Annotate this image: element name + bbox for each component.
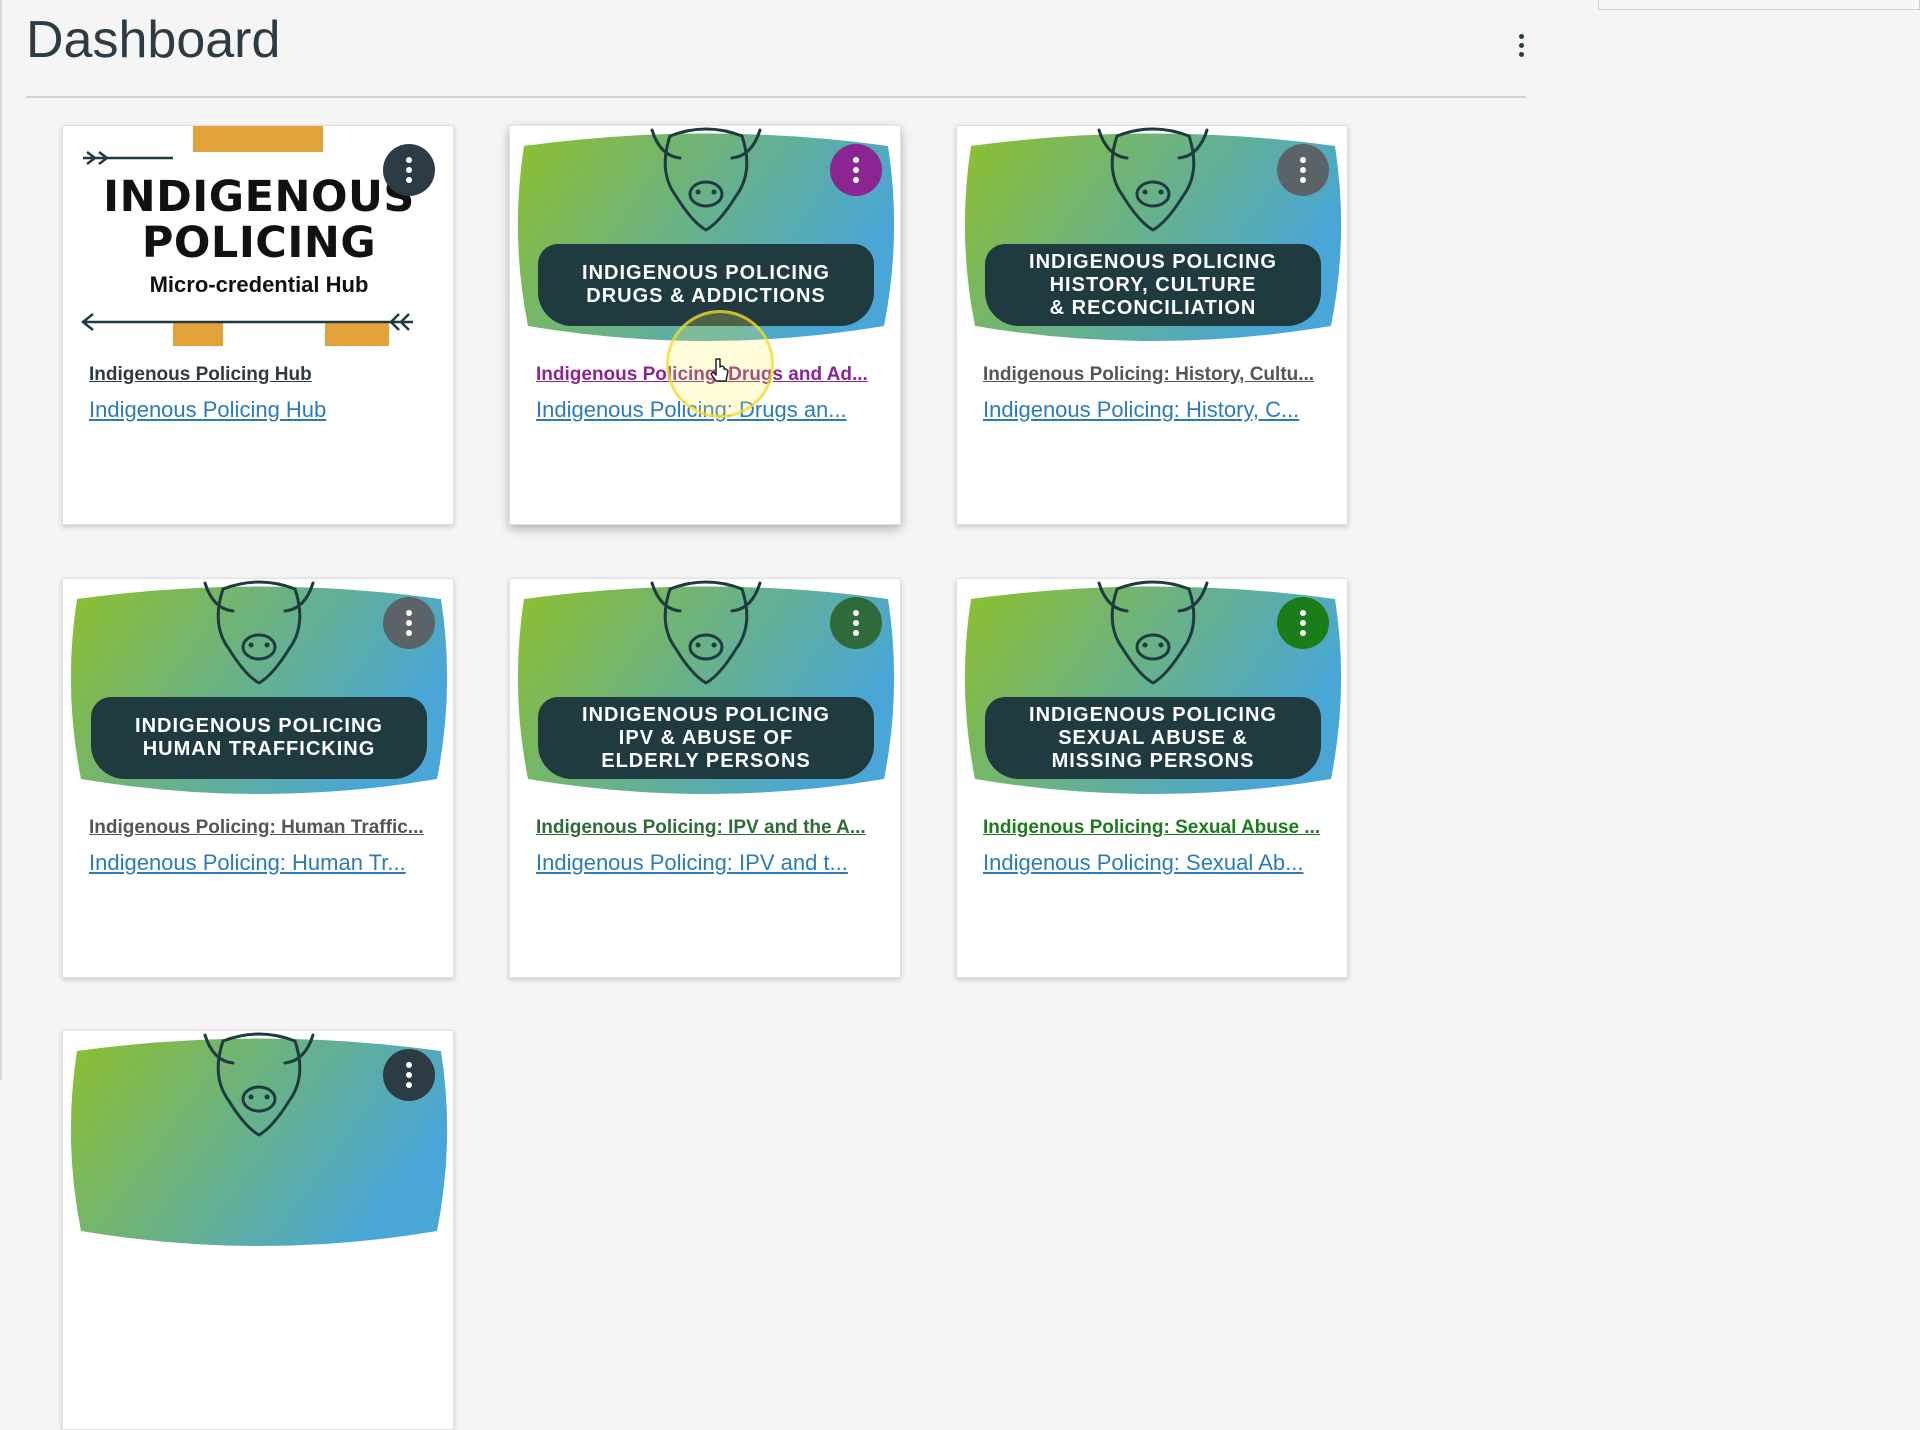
card-options-icon[interactable]	[830, 144, 882, 196]
course-card[interactable]: INDIGENOUS POLICING SEXUAL ABUSE & MISSING…	[956, 578, 1348, 978]
card-body: Indigenous Policing Hub Indigenous Polici…	[89, 362, 431, 424]
dashboard-options-icon[interactable]	[1506, 26, 1536, 64]
course-card-image[interactable]: INDIGENOUS POLICING SEXUAL ABUSE & MISSING…	[957, 579, 1347, 799]
left-edge-border	[0, 0, 2, 1080]
course-code-link[interactable]: Indigenous Policing Hub	[89, 396, 431, 424]
card-body: Indigenous Policing: Human Traffic... Ind…	[89, 815, 431, 877]
course-title-link[interactable]: Indigenous Policing: Human Traffic...	[89, 815, 431, 841]
banner-line: ELDERLY PERSONS	[601, 749, 811, 772]
course-title-link[interactable]: Indigenous Policing: Sexual Abuse ...	[983, 815, 1325, 841]
banner-line: INDIGENOUS POLICING	[582, 262, 830, 284]
course-title-link[interactable]: Indigenous Policing: IPV and the A...	[536, 815, 878, 841]
hub-subtitle: Micro-credential Hub	[149, 272, 369, 297]
top-right-search-box[interactable]	[1598, 0, 1920, 10]
course-card[interactable]: INDIGENOUS POLICING HUMAN TRAFFICKING Indi…	[62, 578, 454, 978]
card-options-icon[interactable]	[383, 1049, 435, 1101]
banner-line: INDIGENOUS POLICING	[135, 715, 383, 737]
banner-line: SEXUAL ABUSE &	[1058, 726, 1248, 749]
course-card-image[interactable]: INDIGENOUS POLICING IPV & ABUSE OF ELDERLY…	[510, 579, 900, 799]
banner-line: DRUGS & ADDICTIONS	[586, 285, 826, 307]
course-code-link[interactable]: Indigenous Policing: History, C...	[983, 396, 1325, 424]
banner-line: IPV & ABUSE OF	[618, 726, 794, 749]
card-options-icon[interactable]	[383, 597, 435, 649]
page-title: Dashboard	[26, 11, 281, 69]
course-card[interactable]: INDIGENOUS POLICING HISTORY, CULTURE & REC…	[956, 125, 1348, 525]
card-options-icon[interactable]	[383, 144, 435, 196]
course-banner-text: INDIGENOUS POLICING HISTORY, CULTURE & REC…	[985, 244, 1321, 326]
page-header: Dashboard	[26, 0, 1526, 98]
course-title-link[interactable]: Indigenous Policing: History, Cultu...	[983, 362, 1325, 388]
card-body: Indigenous Policing: Sexual Abuse ... Ind…	[983, 815, 1325, 877]
banner-line: HUMAN TRAFFICKING	[142, 738, 376, 760]
course-card-image[interactable]	[63, 1031, 453, 1251]
course-card[interactable]: INDIGENOUS POLICING IPV & ABUSE OF ELDERLY…	[509, 578, 901, 978]
course-card-image[interactable]: INDIGENOUS POLICING HUMAN TRAFFICKING	[63, 579, 453, 799]
banner-line: INDIGENOUS POLICING	[1029, 703, 1277, 726]
course-code-link[interactable]: Indigenous Policing: Human Tr...	[89, 849, 431, 877]
banner-line: INDIGENOUS POLICING	[582, 703, 830, 726]
course-card-image[interactable]: INDIGENOUS POLICING Micro-credential Hub	[63, 126, 453, 346]
course-title-link[interactable]: Indigenous Policing Hub	[89, 362, 431, 388]
card-body: Indigenous Policing: IPV and the A... Ind…	[536, 815, 878, 877]
card-body: Indigenous Policing: History, Cultu... In…	[983, 362, 1325, 424]
card-options-icon[interactable]	[830, 597, 882, 649]
course-banner-text: INDIGENOUS POLICING IPV & ABUSE OF ELDERLY…	[538, 697, 874, 779]
course-code-link[interactable]: Indigenous Policing: IPV and t...	[536, 849, 878, 877]
course-card-image[interactable]: INDIGENOUS POLICING HISTORY, CULTURE & REC…	[957, 126, 1347, 346]
banner-line: HISTORY, CULTURE	[1049, 273, 1257, 296]
banner-line: MISSING PERSONS	[1051, 749, 1255, 772]
course-card[interactable]	[62, 1030, 454, 1430]
banner-line: INDIGENOUS POLICING	[1029, 250, 1277, 273]
banner-line: & RECONCILIATION	[1049, 296, 1257, 319]
course-banner-text: INDIGENOUS POLICING SEXUAL ABUSE & MISSING…	[985, 697, 1321, 779]
card-body	[89, 1267, 431, 1275]
pointer-cursor-icon	[710, 358, 729, 382]
card-options-icon[interactable]	[1277, 144, 1329, 196]
card-options-icon[interactable]	[1277, 597, 1329, 649]
course-banner-text: INDIGENOUS POLICING HUMAN TRAFFICKING	[91, 697, 427, 779]
course-code-link[interactable]: Indigenous Policing: Sexual Ab...	[983, 849, 1325, 877]
hub-title-line: POLICING	[141, 218, 377, 268]
course-card[interactable]: INDIGENOUS POLICING Micro-credential Hub In…	[62, 125, 454, 525]
